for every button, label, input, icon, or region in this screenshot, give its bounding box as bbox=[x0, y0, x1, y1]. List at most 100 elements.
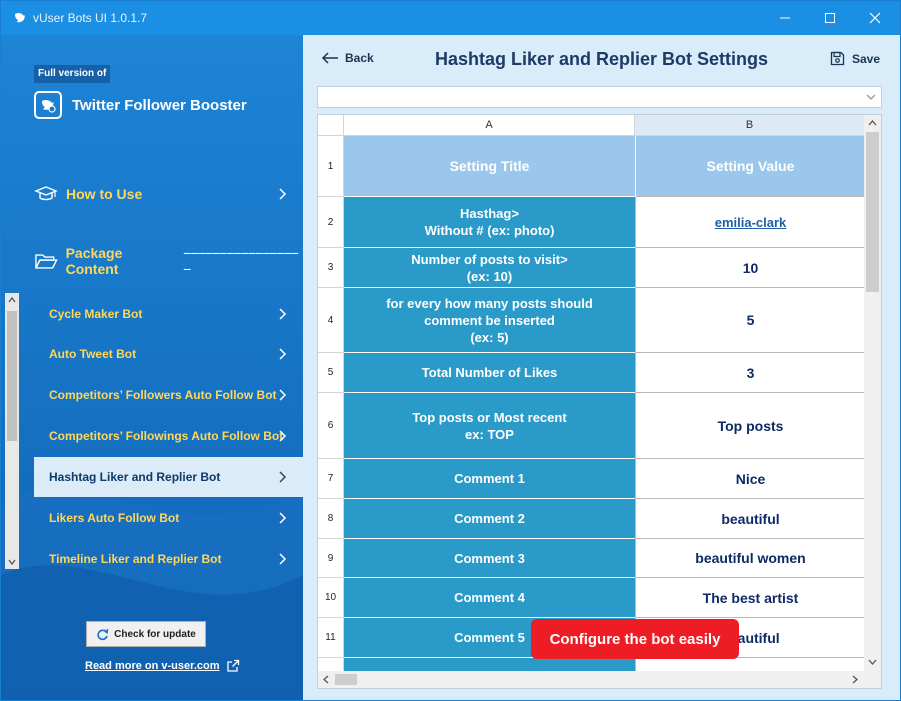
row-header[interactable]: 8 bbox=[318, 499, 344, 539]
setting-value-cell[interactable]: 5 bbox=[635, 288, 865, 353]
read-more-label: Read more on v-user.com bbox=[85, 660, 220, 672]
sidebar-item-label: Competitors’ Followings Auto Follow Bot bbox=[49, 429, 284, 443]
row-header[interactable]: 7 bbox=[318, 459, 344, 499]
scroll-down-icon[interactable] bbox=[868, 658, 877, 667]
maximize-icon bbox=[825, 13, 835, 23]
setting-title-cell[interactable]: Number of posts to visit> (ex: 10) bbox=[344, 248, 635, 288]
sidebar-scroll-thumb[interactable] bbox=[7, 311, 17, 441]
setting-title-cell[interactable]: Comment 3 bbox=[344, 539, 635, 578]
title-bar: vUser Bots UI 1.0.1.7 bbox=[1, 1, 900, 35]
sidebar-item-timeline-liker-bot[interactable]: Timeline Liker and Replier Bot bbox=[34, 539, 303, 579]
grid-vscroll-thumb[interactable] bbox=[866, 132, 879, 292]
grid-hscroll-thumb[interactable] bbox=[335, 674, 357, 685]
setting-value-cell[interactable]: 10 bbox=[635, 248, 865, 288]
sidebar-item-auto-tweet-bot[interactable]: Auto Tweet Bot bbox=[34, 334, 303, 374]
chevron-right-icon bbox=[279, 188, 287, 200]
check-for-update-button[interactable]: Check for update bbox=[86, 621, 206, 647]
read-more-link[interactable]: Read more on v-user.com bbox=[85, 659, 240, 673]
sidebar-item-competitors-followers-bot[interactable]: Competitors’ Followers Auto Follow Bot bbox=[34, 375, 303, 415]
row-header[interactable]: 11 bbox=[318, 618, 344, 658]
setting-title-cell[interactable]: Hasthag> Without # (ex: photo) bbox=[344, 197, 635, 248]
chevron-right-icon bbox=[279, 512, 287, 524]
scroll-down-icon[interactable] bbox=[8, 558, 16, 566]
sidebar-item-label: Competitors’ Followers Auto Follow Bot bbox=[49, 388, 277, 402]
sidebar-item-label: Auto Tweet Bot bbox=[49, 347, 137, 361]
setting-value-cell[interactable]: 3 bbox=[635, 353, 865, 393]
how-to-use-link[interactable]: How to Use bbox=[34, 181, 303, 207]
row-header[interactable]: 4 bbox=[318, 288, 344, 353]
app-name: Twitter Follower Booster bbox=[72, 96, 247, 114]
setting-value-cell[interactable]: Nice bbox=[635, 459, 865, 499]
full-version-badge: Full version of bbox=[34, 65, 111, 83]
sidebar-item-label: Likers Auto Follow Bot bbox=[49, 511, 180, 525]
column-header-b[interactable]: B bbox=[635, 115, 865, 136]
app-window: vUser Bots UI 1.0.1.7 Full version of Tw… bbox=[0, 0, 901, 701]
scroll-up-icon[interactable] bbox=[868, 119, 877, 128]
setting-title-cell[interactable]: Comment 4 bbox=[344, 578, 635, 618]
column-header-a[interactable]: A bbox=[344, 115, 635, 136]
window-title: vUser Bots UI 1.0.1.7 bbox=[33, 11, 148, 25]
setting-title-cell[interactable]: Comment 1 bbox=[344, 459, 635, 499]
sidebar: Full version of Twitter Follower Booster… bbox=[1, 35, 303, 700]
external-link-icon bbox=[226, 659, 239, 672]
sidebar-scrollbar[interactable] bbox=[5, 293, 19, 569]
row-header[interactable]: 10 bbox=[318, 578, 344, 618]
how-to-use-label: How to Use bbox=[66, 186, 143, 202]
sidebar-item-label: Hashtag Liker and Replier Bot bbox=[49, 470, 221, 484]
row-header[interactable]: 6 bbox=[318, 393, 344, 459]
setting-title-cell[interactable]: Total Number of Likes bbox=[344, 353, 635, 393]
setting-value-cell[interactable]: emilia-clark bbox=[635, 197, 865, 248]
row-header[interactable]: 1 bbox=[318, 136, 344, 197]
refresh-icon bbox=[97, 628, 109, 640]
chevron-right-icon bbox=[279, 389, 287, 401]
setting-title-cell[interactable]: for every how many posts should comment … bbox=[344, 288, 635, 353]
chevron-right-icon bbox=[279, 471, 287, 483]
twitter-bot-icon bbox=[34, 91, 62, 119]
row-header[interactable]: 9 bbox=[318, 539, 344, 578]
header-cell-value[interactable]: Setting Value bbox=[635, 136, 865, 197]
save-disk-icon bbox=[830, 51, 845, 66]
sidebar-item-competitors-followings-bot[interactable]: Competitors’ Followings Auto Follow Bot bbox=[34, 416, 303, 456]
sidebar-item-label: Timeline Liker and Replier Bot bbox=[49, 552, 222, 566]
package-content-label: Package Content bbox=[65, 245, 123, 277]
chevron-down-icon[interactable] bbox=[863, 89, 879, 105]
check-for-update-label: Check for update bbox=[114, 628, 196, 640]
app-name-block: Twitter Follower Booster bbox=[34, 90, 247, 120]
maximize-button[interactable] bbox=[807, 1, 853, 35]
grid-horizontal-scrollbar[interactable] bbox=[318, 671, 881, 688]
page-title: Hashtag Liker and Replier Bot Settings bbox=[434, 49, 769, 69]
scroll-right-icon[interactable] bbox=[851, 675, 860, 684]
setting-value-cell[interactable]: Top posts bbox=[635, 393, 865, 459]
grid-vertical-scrollbar[interactable] bbox=[864, 115, 881, 671]
setting-value-cell[interactable]: beautiful bbox=[635, 499, 865, 539]
save-label: Save bbox=[851, 51, 880, 66]
setting-title-cell[interactable]: Comment 2 bbox=[344, 499, 635, 539]
header-cell-title[interactable]: Setting Title bbox=[344, 136, 635, 197]
chevron-right-icon bbox=[279, 348, 287, 360]
package-content-divider: −−−−−−−−−−−−−−−−− bbox=[183, 245, 299, 277]
settings-grid: A B 1 Setting Title Setting Value 2 Hast… bbox=[317, 114, 882, 689]
folder-open-icon bbox=[34, 254, 58, 269]
row-header[interactable]: 5 bbox=[318, 353, 344, 393]
sidebar-item-likers-auto-follow-bot[interactable]: Likers Auto Follow Bot bbox=[34, 498, 303, 538]
row-header[interactable]: 3 bbox=[318, 248, 344, 288]
sidebar-item-cycle-maker-bot[interactable]: Cycle Maker Bot bbox=[34, 294, 303, 334]
package-content-header: Package Content −−−−−−−−−−−−−−−−− bbox=[34, 245, 303, 277]
setting-title-cell[interactable]: Top posts or Most recent ex: TOP bbox=[344, 393, 635, 459]
save-button[interactable]: Save bbox=[830, 51, 880, 66]
app-logo-icon bbox=[15, 12, 25, 23]
row-header[interactable]: 2 bbox=[318, 197, 344, 248]
chevron-right-icon bbox=[279, 430, 287, 442]
minimize-button[interactable] bbox=[762, 1, 808, 35]
setting-value-cell[interactable]: The best artist bbox=[635, 578, 865, 618]
main-panel: Back Hashtag Liker and Replier Bot Setti… bbox=[303, 35, 900, 700]
chevron-right-icon bbox=[279, 553, 287, 565]
scroll-left-icon[interactable] bbox=[322, 675, 331, 684]
minimize-icon bbox=[780, 17, 790, 19]
cell-editor-input[interactable] bbox=[317, 86, 882, 108]
close-button[interactable] bbox=[852, 1, 898, 35]
scroll-up-icon[interactable] bbox=[8, 296, 16, 304]
promo-toast: Configure the bot easily bbox=[531, 619, 739, 659]
sidebar-item-hashtag-liker-bot[interactable]: Hashtag Liker and Replier Bot bbox=[34, 457, 303, 497]
setting-value-cell[interactable]: beautiful women bbox=[635, 539, 865, 578]
